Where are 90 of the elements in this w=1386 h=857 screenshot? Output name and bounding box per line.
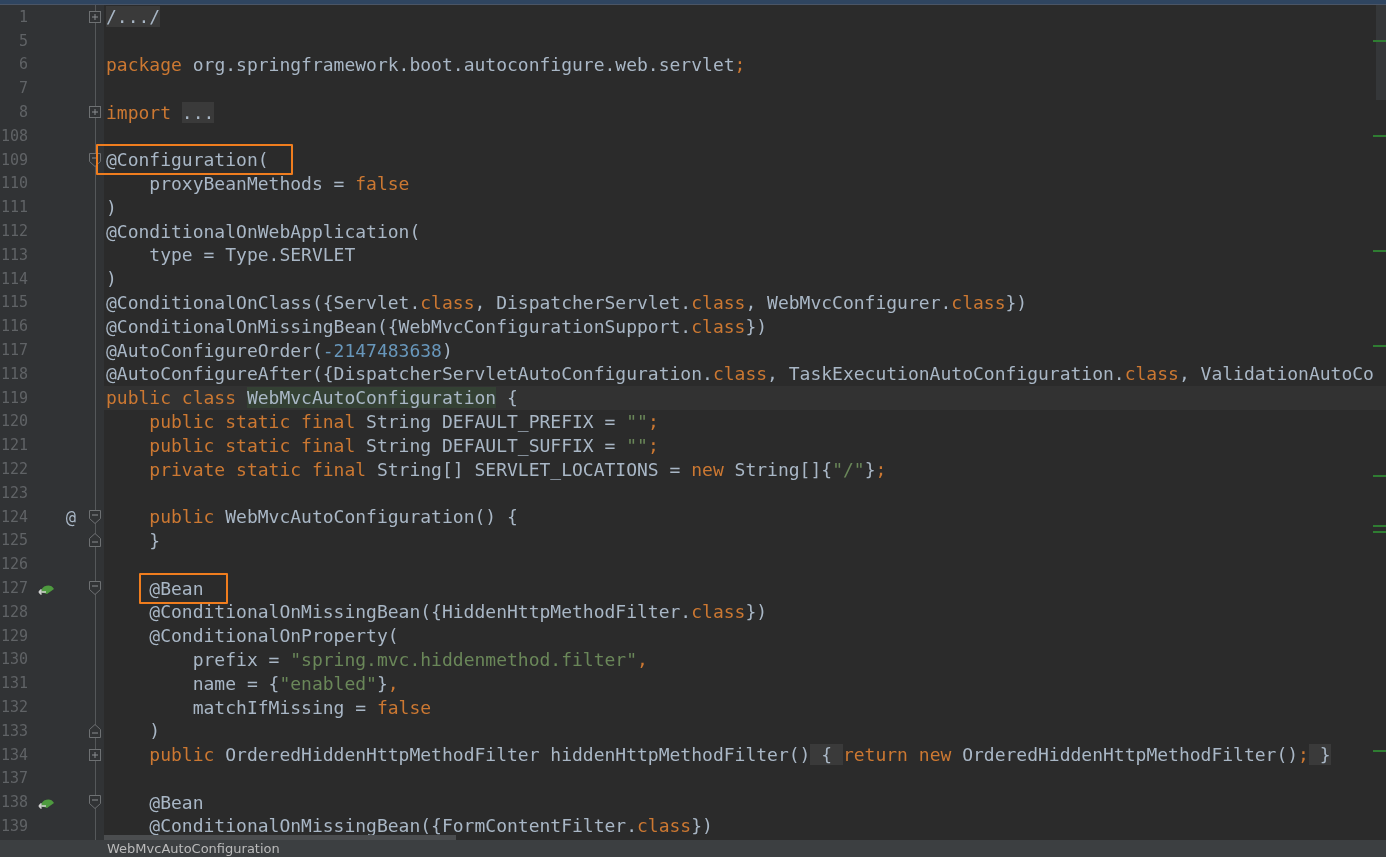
code-token: public static final (148, 434, 357, 456)
code-token: "" (626, 410, 648, 432)
code-token: prefix = (191, 648, 281, 670)
code-token: class (691, 315, 746, 337)
code-token: , DispatcherServlet. (474, 291, 692, 313)
code-token: } (376, 672, 388, 694)
code-token: String DEFAULT_SUFFIX = (366, 434, 617, 456)
code-token: private static final (148, 458, 368, 480)
fold-end-icon[interactable] (89, 533, 101, 548)
code-token: @ConditionalOnProperty( (148, 625, 399, 647)
code-token: @Bean (106, 577, 204, 599)
code-token: @ConditionalOnMissingBean({FormContentFilter. (148, 815, 637, 837)
code-token: }) (745, 315, 768, 337)
code-token: , ValidationAutoCo (1178, 363, 1374, 385)
code-token: "spring.mvc.hiddenmethod.filter" (290, 648, 637, 670)
collapse-fold-icon[interactable] (89, 152, 101, 167)
code-token: "/" (832, 458, 865, 480)
folded-code[interactable]: { (810, 744, 843, 766)
code-token: OrderedHiddenHttpMethodFilter() (962, 744, 1299, 766)
code-token: } (148, 529, 161, 551)
code-token: name = { (191, 672, 280, 694)
code-token: public static final (148, 410, 357, 432)
code-token: public (148, 744, 216, 766)
code-token: String DEFAULT_PREFIX = (366, 410, 617, 432)
code-token: }) (1005, 291, 1028, 313)
code-token: class (691, 291, 746, 313)
expand-fold-icon[interactable] (89, 748, 101, 761)
code-token: class (951, 291, 1006, 313)
code-token: { (505, 387, 518, 409)
code-token: class (637, 815, 692, 837)
code-token: } (864, 458, 876, 480)
collapse-fold-icon[interactable] (89, 795, 101, 810)
code-token: String[] SERVLET_LOCATIONS = (376, 458, 682, 480)
code-token: ) (106, 268, 117, 290)
code-token: , (637, 648, 648, 670)
code-token: @Bean (148, 791, 204, 813)
code-token: matchIfMissing = (191, 696, 368, 718)
code-token: class (691, 601, 746, 623)
code-token: -2147483638 (322, 339, 442, 361)
code-token: WebMvcAutoConfiguration() { (225, 506, 518, 528)
horizontal-scrollbar[interactable] (104, 835, 456, 840)
code-token: ) (441, 339, 453, 361)
code-token: , (387, 672, 399, 694)
folded-code[interactable]: /.../ (106, 6, 161, 28)
code-token: "enabled" (279, 672, 377, 694)
code-token: @AutoConfigureOrder( (106, 339, 323, 361)
code-token: @ConditionalOnMissingBean({WebMvcConfigurationSupport. (106, 315, 692, 337)
code-token: public (148, 506, 216, 528)
code-token: @ConditionalOnWebApplication( (106, 220, 421, 242)
collapse-fold-icon[interactable] (89, 581, 101, 595)
code-token: ) (106, 196, 117, 218)
highlighted-identifier: WebMvcAutoConfiguration (246, 387, 497, 409)
code-token: @ConditionalOnClass({Servlet. (106, 291, 421, 313)
code-token: class (1124, 363, 1179, 385)
code-token: package (106, 54, 183, 75)
expand-fold-icon[interactable] (89, 106, 101, 119)
code-token: ) (148, 720, 161, 742)
code-token: ; (647, 434, 659, 456)
folded-code[interactable]: } (1308, 744, 1331, 766)
code-token: class (712, 363, 768, 385)
code-token: public class (106, 387, 238, 409)
fold-end-icon[interactable] (89, 723, 101, 738)
code-token: @Configuration( (106, 149, 269, 171)
code-token: proxyBeanMethods = (148, 172, 346, 194)
code-token: type = Type.SERVLET (148, 244, 356, 266)
code-token: "" (626, 434, 648, 456)
code-token: false (376, 696, 432, 718)
code-token: @ConditionalOnMissingBean({HiddenHttpMethodFilter. (148, 601, 692, 623)
code-token: String[]{ (734, 458, 833, 480)
code-token: import (106, 101, 173, 123)
collapse-fold-icon[interactable] (89, 509, 101, 524)
breadcrumb-item[interactable]: WebMvcAutoConfiguration (107, 841, 280, 856)
code-token: org.springframework.boot.autoconfigure.web.servlet (192, 54, 735, 75)
code-token: ; (875, 458, 887, 480)
code-token: , WebMvcConfigurer. (745, 291, 952, 313)
folded-code[interactable]: ... (181, 101, 215, 123)
code-token: , TaskExecutionAutoConfiguration. (767, 363, 1125, 385)
code-token: }) (691, 815, 713, 837)
code-token: ; (734, 54, 746, 75)
code-token: return new (842, 744, 953, 766)
code-token: @AutoConfigureAfter({DispatcherServletAutoConfiguration. (106, 363, 713, 385)
code-token: ; (647, 410, 659, 432)
code-token: OrderedHiddenHttpMethodFilter hiddenHttpMethodFilter() (225, 744, 811, 766)
code-token: ; (1298, 744, 1309, 766)
code-token: false (355, 172, 410, 194)
code-token: class (420, 291, 475, 313)
override-marker[interactable]: @ (65, 506, 76, 527)
code-token: new (691, 458, 725, 480)
code-token: }) (745, 601, 768, 623)
expand-fold-icon[interactable] (89, 10, 101, 23)
